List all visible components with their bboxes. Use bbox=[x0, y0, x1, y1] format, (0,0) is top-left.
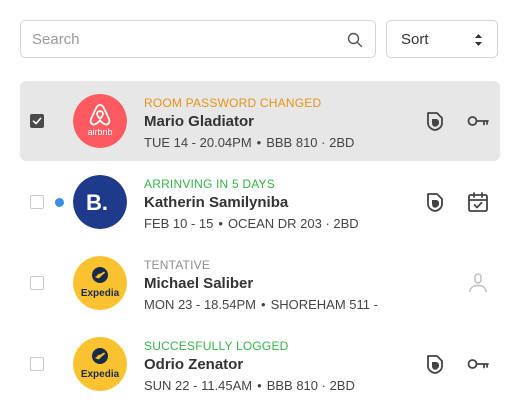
sort-label: Sort bbox=[401, 31, 429, 48]
booking-meta: FEB 10 - 15 • OCEAN DR 203 · 2BD bbox=[144, 216, 359, 231]
booking-meta: MON 23 - 18.54PM • SHOREHAM 511 - bbox=[144, 297, 378, 312]
search-input[interactable] bbox=[21, 21, 331, 57]
booking-date: TUE 14 - 20.04PM bbox=[144, 135, 252, 150]
user-icon[interactable] bbox=[466, 271, 490, 295]
row-checkbox[interactable] bbox=[30, 114, 44, 128]
airbnb-logo: airbnb bbox=[73, 94, 127, 148]
status-label: TENTATIVE bbox=[144, 258, 211, 272]
svg-text:B.: B. bbox=[86, 190, 108, 215]
shield-icon[interactable] bbox=[423, 352, 447, 376]
reservation-row[interactable]: B. ARRINVING IN 5 DAYS Katherin Samilyni… bbox=[20, 162, 500, 242]
booking-date: FEB 10 - 15 bbox=[144, 216, 214, 231]
booking-location: BBB 810 · 2BD bbox=[266, 378, 355, 393]
shield-icon[interactable] bbox=[423, 190, 447, 214]
reservation-list: airbnb ROOM PASSWORD CHANGED Mario Gladi… bbox=[20, 81, 500, 405]
guest-name: Odrio Zenator bbox=[144, 356, 244, 373]
booking-location: OCEAN DR 203 · 2BD bbox=[227, 216, 359, 231]
svg-text:Expedia: Expedia bbox=[81, 369, 120, 380]
svg-text:airbnb: airbnb bbox=[87, 127, 112, 137]
key-icon[interactable] bbox=[466, 109, 490, 133]
guest-name: Katherin Samilyniba bbox=[144, 194, 289, 211]
shield-icon[interactable] bbox=[423, 109, 447, 133]
search-icon[interactable] bbox=[347, 32, 363, 48]
reservation-row[interactable]: Expedia TENTATIVE Michael Saliber MON 23… bbox=[20, 243, 500, 323]
guest-name: Michael Saliber bbox=[144, 275, 254, 292]
booking-location: BBB 810 · 2BD bbox=[266, 135, 355, 150]
key-icon[interactable] bbox=[466, 352, 490, 376]
expedia-logo: Expedia bbox=[73, 337, 127, 391]
booking-location: SHOREHAM 511 - bbox=[270, 297, 378, 312]
expedia-logo: Expedia bbox=[73, 256, 127, 310]
booking-logo: B. bbox=[73, 175, 127, 229]
booking-meta: TUE 14 - 20.04PM • BBB 810 · 2BD bbox=[144, 135, 355, 150]
sort-arrows-icon bbox=[475, 34, 482, 46]
reservation-row[interactable]: Expedia SUCCESFULLY LOGGED Odrio Zenator… bbox=[20, 324, 500, 404]
booking-date: MON 23 - 18.54PM bbox=[144, 297, 256, 312]
row-checkbox[interactable] bbox=[30, 195, 44, 209]
svg-text:Expedia: Expedia bbox=[81, 288, 120, 299]
check-icon bbox=[32, 117, 42, 125]
sort-dropdown[interactable]: Sort bbox=[386, 20, 498, 58]
row-checkbox[interactable] bbox=[30, 357, 44, 371]
status-label: ROOM PASSWORD CHANGED bbox=[144, 96, 322, 110]
search-box bbox=[20, 20, 376, 58]
booking-date: SUN 22 - 11.45AM bbox=[144, 378, 253, 393]
calendar-check-icon[interactable] bbox=[466, 190, 490, 214]
toolbar: Sort bbox=[20, 20, 498, 58]
unread-dot bbox=[55, 198, 64, 207]
status-label: ARRINVING IN 5 DAYS bbox=[144, 177, 275, 191]
reservation-row[interactable]: airbnb ROOM PASSWORD CHANGED Mario Gladi… bbox=[20, 81, 500, 161]
booking-meta: SUN 22 - 11.45AM • BBB 810 · 2BD bbox=[144, 378, 355, 393]
guest-name: Mario Gladiator bbox=[144, 113, 255, 130]
row-checkbox[interactable] bbox=[30, 276, 44, 290]
status-label: SUCCESFULLY LOGGED bbox=[144, 339, 289, 353]
